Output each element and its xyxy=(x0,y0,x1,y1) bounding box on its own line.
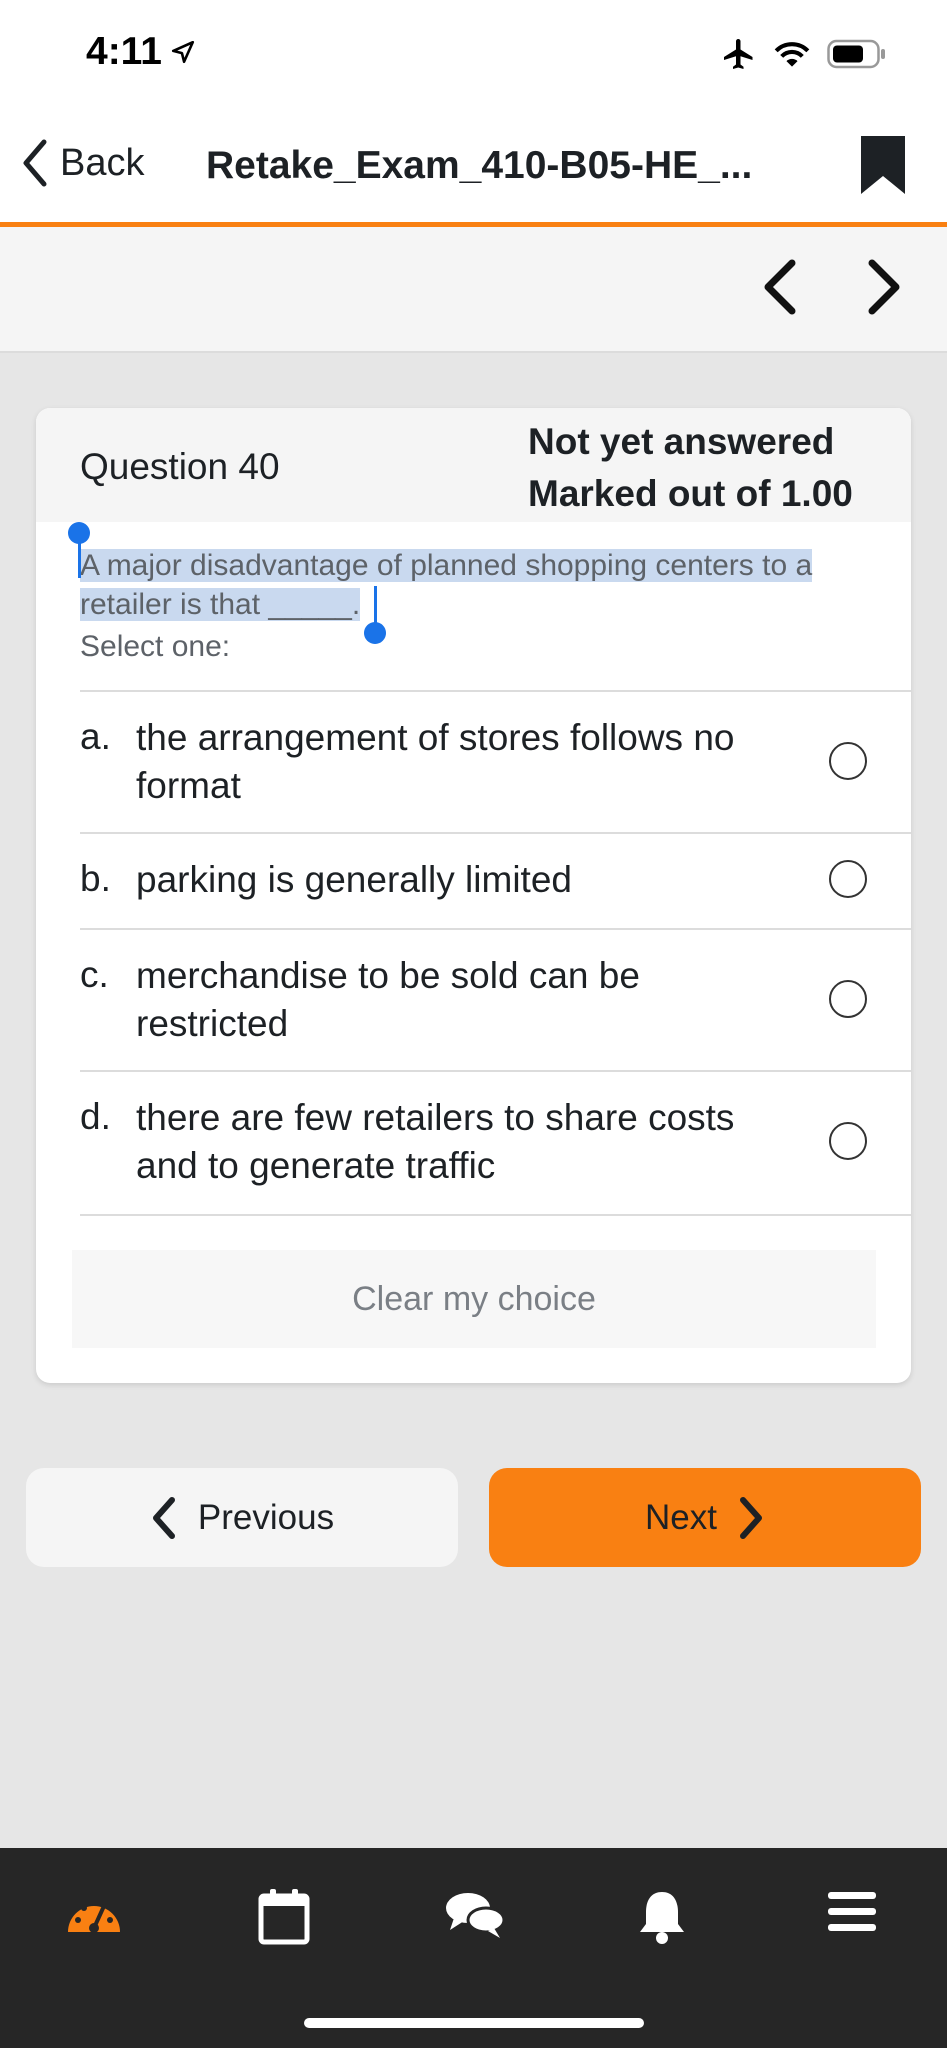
previous-label: Previous xyxy=(197,1497,335,1537)
tab-notifications[interactable] xyxy=(636,1888,688,1951)
previous-question-arrow[interactable] xyxy=(758,257,802,322)
answer-text: merchandise to be sold can be restricted xyxy=(136,952,756,1048)
messages-icon xyxy=(446,1893,506,1938)
chevron-right-icon xyxy=(739,1496,762,1539)
answer-radio-c[interactable] xyxy=(829,980,867,1018)
next-page-button[interactable]: Next xyxy=(489,1468,921,1567)
clear-choice-button[interactable]: Clear my choice xyxy=(72,1250,876,1348)
answer-text-line2: restricted xyxy=(136,1003,289,1044)
clock-text: 4:11 xyxy=(86,30,162,73)
question-status: Not yet answered Marked out of 1.00 xyxy=(528,416,853,520)
question-info: Question 40 Not yet answered Marked out … xyxy=(36,408,911,522)
answer-radio-d[interactable] xyxy=(829,1122,867,1160)
answer-radio-a[interactable] xyxy=(829,742,867,780)
page-title: Retake_Exam_410-B05-HE_... xyxy=(206,144,753,187)
answer-letter: d. xyxy=(80,1096,111,1137)
answer-radio-b[interactable] xyxy=(829,860,867,898)
select-one-label: Select one: xyxy=(80,630,231,663)
answer-state: Not yet answered xyxy=(528,421,835,462)
answer-letter: a. xyxy=(80,716,111,757)
question-text-line1: A major disadvantage of planned shopping… xyxy=(80,549,813,582)
tab-menu[interactable] xyxy=(826,1888,878,1941)
wifi-icon xyxy=(774,42,810,67)
menu-icon xyxy=(828,1892,876,1931)
status-icons xyxy=(721,36,887,72)
calendar-icon xyxy=(258,1889,310,1945)
answer-letter: c. xyxy=(80,954,109,995)
answer-option-b[interactable]: b. parking is generally limited xyxy=(80,832,911,930)
tab-messages[interactable] xyxy=(444,1888,506,1947)
next-question-arrow[interactable] xyxy=(862,257,906,322)
question-navigation-bar xyxy=(0,227,947,353)
status-time: 4:11 xyxy=(86,30,196,74)
tab-dashboard[interactable] xyxy=(64,1888,124,1943)
answer-text: parking is generally limited xyxy=(136,856,756,904)
status-bar: 4:11 xyxy=(0,0,947,110)
chevron-left-icon xyxy=(23,139,47,187)
location-arrow-icon xyxy=(171,40,194,64)
answer-text-line1: there are few retailers to share costs xyxy=(136,1097,735,1138)
question-text: A major disadvantage of planned shopping… xyxy=(80,546,880,624)
answer-text-line2: and to generate traffic xyxy=(136,1145,496,1186)
answer-text-line1: parking is generally limited xyxy=(136,859,572,900)
answer-text-line2: format xyxy=(136,765,241,806)
airplane-icon xyxy=(724,39,753,69)
answer-text-line1: merchandise to be sold can be xyxy=(136,955,640,996)
answer-text: there are few retailers to share costs a… xyxy=(136,1094,756,1190)
answer-option-a[interactable]: a. the arrangement of stores follows no … xyxy=(80,690,911,834)
answer-option-c[interactable]: c. merchandise to be sold can be restric… xyxy=(80,928,911,1072)
previous-page-button[interactable]: Previous xyxy=(26,1468,458,1567)
answer-text-line1: the arrangement of stores follows no xyxy=(136,717,735,758)
selection-start-caret xyxy=(78,538,81,578)
question-grade: Marked out of 1.00 xyxy=(528,473,853,514)
top-navigation-bar: Back Retake_Exam_410-B05-HE_... xyxy=(0,110,947,227)
bookmark-icon xyxy=(861,136,905,194)
chevron-left-icon xyxy=(764,259,796,315)
answer-letter: b. xyxy=(80,858,111,899)
next-label: Next xyxy=(645,1497,717,1537)
battery-icon xyxy=(827,39,885,69)
question-number: Question 40 xyxy=(80,446,280,487)
question-card: Question 40 Not yet answered Marked out … xyxy=(36,408,911,1383)
chevron-right-icon xyxy=(868,259,900,315)
back-button[interactable]: Back xyxy=(20,138,144,188)
home-indicator xyxy=(304,2018,644,2028)
back-label: Back xyxy=(60,141,145,184)
question-text-line2: retailer is that _____. xyxy=(80,588,361,621)
answer-text: the arrangement of stores follows no for… xyxy=(136,714,756,810)
notifications-icon xyxy=(640,1892,684,1944)
dashboard-icon xyxy=(68,1904,120,1933)
selection-end-caret xyxy=(374,586,377,626)
answer-option-d[interactable]: d. there are few retailers to share cost… xyxy=(80,1070,911,1216)
tab-calendar[interactable] xyxy=(258,1888,310,1951)
chevron-left-icon xyxy=(152,1496,175,1539)
bookmark-button[interactable] xyxy=(859,134,907,201)
